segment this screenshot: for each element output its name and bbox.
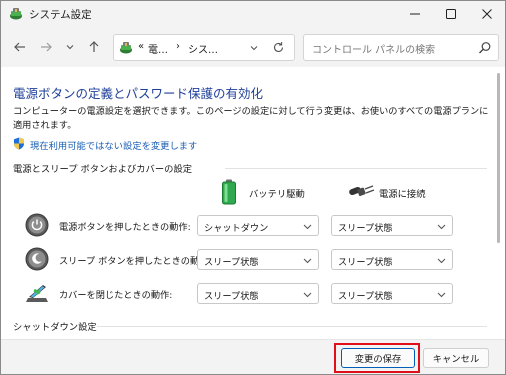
lid-close-plugged-select[interactable]: スリープ状態 <box>331 283 453 304</box>
title-bar[interactable]: システム設定 <box>1 1 505 27</box>
change-settings-link-text[interactable]: 現在利用可能ではない設定を変更します <box>30 138 197 152</box>
selected-value: スリープ状態 <box>204 257 259 268</box>
back-arrow-icon <box>14 41 26 56</box>
back-button[interactable] <box>11 39 29 57</box>
footer-bar: 変更の保存 キャンセル <box>1 339 505 374</box>
column-header-battery-label: バッテリ駆動 <box>249 189 305 200</box>
battery-icon <box>221 179 237 208</box>
power-button-plugged-select[interactable]: スリープ状態 <box>331 215 453 236</box>
minimize-icon <box>410 9 420 19</box>
uac-shield-icon <box>13 137 25 150</box>
cancel-button[interactable]: キャンセル <box>423 348 489 368</box>
address-dropdown-button[interactable] <box>250 44 258 55</box>
close-icon <box>482 9 492 19</box>
breadcrumb-separator: › <box>176 41 180 52</box>
power-options-icon <box>9 7 23 21</box>
chevron-down-icon <box>437 222 446 231</box>
power-plug-icon <box>349 185 375 202</box>
sleep-button-icon <box>25 247 49 271</box>
chevron-down-icon <box>303 222 312 231</box>
chevron-down-icon <box>437 290 446 299</box>
window-title: システム設定 <box>29 9 92 21</box>
scrollbar-thumb[interactable] <box>497 73 500 243</box>
chevron-down-icon <box>66 43 74 54</box>
setting-row-label: 電源ボタンを押したときの動作: <box>59 222 191 233</box>
close-button[interactable] <box>469 1 505 27</box>
up-arrow-icon <box>88 40 100 56</box>
selected-value: スリープ状態 <box>338 257 393 268</box>
section-power-buttons-title: 電源とスリープ ボタンおよびカバーの設定 <box>13 164 193 175</box>
address-prefix[interactable]: « <box>138 41 144 52</box>
content-area: 電源ボタンの定義とパスワード保護の有効化 コンピューターの電源設定を選択できます… <box>1 67 505 339</box>
setting-row-sleep-button: スリープ ボタンを押したときの動作: スリープ状態 スリープ状態 <box>25 247 455 271</box>
sleep-button-battery-select[interactable]: スリープ状態 <box>197 249 319 270</box>
column-header-plugged-in-label: 電源に接続 <box>379 189 426 200</box>
forward-button[interactable] <box>37 39 55 57</box>
power-button-icon <box>25 213 49 237</box>
recent-locations-button[interactable] <box>61 39 79 57</box>
breadcrumb-item[interactable]: シス… <box>188 41 218 56</box>
selected-value: スリープ状態 <box>204 291 259 302</box>
vertical-scrollbar[interactable] <box>493 67 503 339</box>
section-divider <box>97 326 487 327</box>
setting-row-label: カバーを閉じたときの動作: <box>59 290 173 301</box>
search-box[interactable]: コントロール パネルの検索 <box>303 34 499 61</box>
selected-value: スリープ状態 <box>338 291 393 302</box>
power-button-battery-select[interactable]: シャットダウン <box>197 215 319 236</box>
chevron-down-icon <box>437 256 446 265</box>
sleep-button-plugged-select[interactable]: スリープ状態 <box>331 249 453 270</box>
laptop-lid-icon <box>25 281 49 305</box>
page-description: コンピューターの電源設定を選択できます。このページの設定に対して行う変更は、お使… <box>13 106 489 131</box>
power-options-icon <box>119 41 133 55</box>
navigation-bar: « 電… › シス… コントロール パネルの検索 <box>1 27 505 67</box>
selected-value: シャットダウン <box>204 223 269 234</box>
setting-row-lid-close: カバーを閉じたときの動作: スリープ状態 スリープ状態 <box>25 281 455 305</box>
maximize-button[interactable] <box>433 1 469 27</box>
system-settings-window: システム設定 « 電… › シス… コントロール パネルの検索 電源ボタンの定義… <box>0 0 506 375</box>
forward-arrow-icon <box>40 41 52 56</box>
refresh-button[interactable] <box>272 41 285 57</box>
up-button[interactable] <box>85 39 103 57</box>
save-changes-button[interactable]: 変更の保存 <box>341 348 415 368</box>
maximize-icon <box>446 9 456 19</box>
refresh-icon <box>272 42 285 57</box>
address-bar[interactable]: « 電… › シス… <box>113 34 295 61</box>
setting-row-power-button: 電源ボタンを押したときの動作: シャットダウン スリープ状態 <box>25 213 455 237</box>
section-divider <box>225 168 487 169</box>
breadcrumb-item[interactable]: 電… <box>148 41 168 56</box>
chevron-down-icon <box>303 290 312 299</box>
selected-value: スリープ状態 <box>338 223 393 234</box>
search-icon[interactable] <box>478 41 492 55</box>
chevron-down-icon <box>303 256 312 265</box>
minimize-button[interactable] <box>397 1 433 27</box>
section-shutdown-title: シャットダウン設定 <box>13 322 97 333</box>
page-title: 電源ボタンの定義とパスワード保護の有効化 <box>13 86 264 101</box>
lid-close-battery-select[interactable]: スリープ状態 <box>197 283 319 304</box>
chevron-down-icon <box>250 44 258 55</box>
setting-row-label: スリープ ボタンを押したときの動作: <box>59 256 212 267</box>
search-input[interactable]: コントロール パネルの検索 <box>312 41 435 56</box>
